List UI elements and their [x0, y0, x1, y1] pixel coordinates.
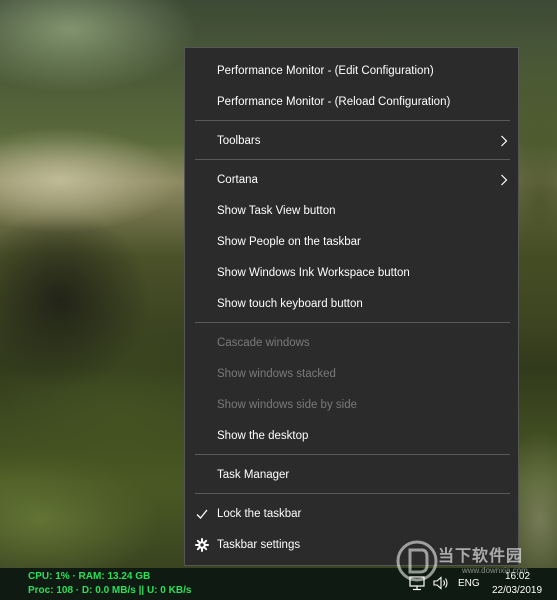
menu-item-label: Show touch keyboard button: [217, 298, 363, 310]
input-language-indicator[interactable]: ENG: [458, 578, 480, 589]
menu-item-label: Show Windows Ink Workspace button: [217, 267, 410, 279]
menu-item-label: Lock the taskbar: [217, 508, 302, 520]
menu-item-label: Show the desktop: [217, 430, 309, 442]
taskbar-context-menu: Performance Monitor - (Edit Configuratio…: [184, 47, 519, 566]
menu-item-label: Taskbar settings: [217, 539, 301, 551]
menu-item-perfmon-edit[interactable]: Performance Monitor - (Edit Configuratio…: [185, 56, 518, 87]
menu-item-cascade-windows: Cascade windows: [185, 328, 518, 359]
watermark-logo-icon: [396, 540, 438, 582]
menu-item-lock-taskbar[interactable]: Lock the taskbar: [185, 499, 518, 530]
menu-item-label: Show Task View button: [217, 205, 336, 217]
menu-item-label: Performance Monitor - (Reload Configurat…: [217, 96, 451, 108]
menu-separator: [195, 159, 510, 160]
menu-item-toolbars[interactable]: Toolbars: [185, 126, 518, 157]
menu-item-label: Cortana: [217, 174, 258, 186]
menu-item-task-manager[interactable]: Task Manager: [185, 460, 518, 491]
check-icon: [196, 509, 208, 519]
chevron-right-icon: [501, 135, 508, 147]
menu-item-label: Task Manager: [217, 469, 290, 481]
menu-item-show-ink-workspace[interactable]: Show Windows Ink Workspace button: [185, 258, 518, 289]
menu-item-windows-stacked: Show windows stacked: [185, 359, 518, 390]
menu-item-perfmon-reload[interactable]: Performance Monitor - (Reload Configurat…: [185, 87, 518, 118]
menu-item-label: Cascade windows: [217, 337, 310, 349]
menu-item-show-task-view[interactable]: Show Task View button: [185, 196, 518, 227]
menu-item-label: Performance Monitor - (Edit Configuratio…: [217, 65, 434, 77]
watermark-url: www.downxia.com: [462, 566, 528, 575]
menu-item-show-people[interactable]: Show People on the taskbar: [185, 227, 518, 258]
menu-item-label: Show windows stacked: [217, 368, 336, 380]
menu-separator: [195, 454, 510, 455]
menu-item-cortana[interactable]: Cortana: [185, 165, 518, 196]
menu-separator: [195, 322, 510, 323]
menu-item-windows-side-by-side: Show windows side by side: [185, 390, 518, 421]
watermark-brand: 当下软件园: [438, 546, 524, 565]
menu-item-show-desktop[interactable]: Show the desktop: [185, 421, 518, 452]
gear-icon: [195, 538, 209, 552]
menu-separator: [195, 493, 510, 494]
perf-monitor-proc-io: Proc: 108 · D: 0.0 MB/s || U: 0 KB/s: [28, 585, 192, 596]
clock-date[interactable]: 22/03/2019: [492, 585, 542, 596]
menu-item-label: Show windows side by side: [217, 399, 357, 411]
menu-item-label: Toolbars: [217, 135, 261, 147]
menu-item-show-touch-keyboard[interactable]: Show touch keyboard button: [185, 289, 518, 320]
menu-separator: [195, 120, 510, 121]
perf-monitor-cpu-ram: CPU: 1% · RAM: 13.24 GB: [28, 571, 151, 582]
menu-item-label: Show People on the taskbar: [217, 236, 361, 248]
chevron-right-icon: [501, 174, 508, 186]
